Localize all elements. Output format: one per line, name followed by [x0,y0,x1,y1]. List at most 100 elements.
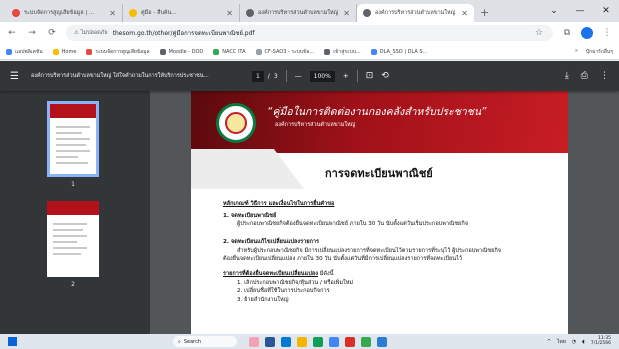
bookmark-moodle[interactable]: Moodle - DOD [159,48,203,55]
zoom-in-icon[interactable]: + [343,72,349,80]
fit-page-icon[interactable]: ⊡ [366,71,374,81]
thumbnail-header [47,201,99,215]
sidebar-menu-icon[interactable]: ☰ [10,71,19,82]
item-2-title: 2. จดทะเบียนแก้ไขเปลี่ยนแปลงรายการ [223,238,320,245]
thumbnail-line [53,241,77,243]
other-bookmarks-folder[interactable]: บุ๊กมาร์กอื่นๆ [586,48,613,56]
document-banner: “คู่มือในการติดต่องานกองคลังสำหรับประชาช… [191,91,568,153]
bookmark-nacc[interactable]: NACC ITA [213,48,246,55]
bookmark-dla-sso[interactable]: DLA_SSO | DLA S... [370,48,427,55]
more-bookmarks-button[interactable]: » [575,48,578,56]
file-explorer-icon[interactable] [297,336,307,347]
globe-icon [324,48,331,55]
list-item: 3. ย้ายสำนักงานใหญ่ [237,296,289,303]
clock[interactable]: 11:35 7/1/2566 [590,336,611,347]
zoom-level-input[interactable]: 100% [309,70,335,82]
browser-tab-active[interactable]: องค์การบริหารส่วนตำบลขามใหญ่ ... ✕ [357,4,474,22]
word-icon[interactable] [377,336,387,347]
clock-date: 7/1/2566 [590,340,611,346]
bookmarks-bar: แอปพลิเคชัน Home ระบบจัดการสูญเสียข้อมูล… [0,44,619,60]
thumbnail-line [56,150,90,152]
section-title: การจดทะเบียนพาณิชย์ [325,167,433,180]
page-thumbnail-2[interactable] [47,201,99,277]
item-2-line-1: สำหรับผู้ประกอบพาณิชยกิจ มีการเปลี่ยนแปล… [237,247,502,254]
browser-menu-icon[interactable]: ⋮ [601,28,613,38]
bookmark-login[interactable]: เข้าสู่ระบบ... [324,48,361,56]
page-thumbnail-1[interactable] [47,101,99,177]
thumbnail-line [56,162,88,164]
taskbar-apps [249,336,387,347]
apps-grid-icon [6,48,12,55]
nacc-logo-icon [213,48,220,55]
back-icon[interactable]: ← [6,28,18,38]
page-number-input[interactable]: 1 [251,70,264,82]
tab-title: ระบบจัดการสูญเสียข้อมูล | ... [24,10,95,16]
url-text[interactable]: thesom.go.th/other/คู่มือการจดทะเบียนพาณ… [113,28,255,38]
chrome-icon[interactable] [345,336,355,347]
volume-icon[interactable]: ◖ [582,339,585,345]
window-controls: ⌄ — ✕ [541,0,619,22]
input-language[interactable]: ไทย [557,338,566,346]
item-2-line-2: ต้องยื่นจดทะเบียนเปลี่ยนแปลง ภายใน 30 วั… [223,256,463,263]
thumbnail-line [56,156,78,158]
globe-icon [363,9,371,17]
thumbnail-line [56,132,82,134]
pdf-toolbar: ☰ องค์การบริหารส่วนตำบลขามใหญ่ ใส่ใจคำถา… [0,61,619,91]
browser-tab-2[interactable]: คู่มือ - สืบค้น... ✕ [123,4,240,22]
close-tab-icon[interactable]: ✕ [461,9,468,18]
zoom-out-icon[interactable]: — [295,72,302,80]
home-icon [52,48,59,55]
document-body: หลักเกณฑ์ วิธีการ และเงื่อนไขในการยื่นคำ… [223,200,553,305]
criteria-heading: หลักเกณฑ์ วิธีการ และเงื่อนไขในการยื่นคำ… [223,201,335,207]
widget-icon[interactable] [249,336,259,347]
taskbar-search[interactable]: ⌕ Search [173,336,237,347]
bookmark-home[interactable]: Home [52,48,76,55]
edge-icon[interactable] [313,336,323,347]
pdf-viewer[interactable]: 1 2 “คู่มือในการติดต่องานกองคลังสำหรับปร… [0,91,619,334]
banner-subtitle: องค์การบริหารส่วนตำบลขามใหญ่ [275,122,356,128]
wifi-icon[interactable]: ◔ [572,339,576,345]
bookmark-apps[interactable]: แอปพลิเคชัน [6,48,43,56]
close-tab-icon[interactable]: ✕ [109,9,116,18]
address-bar[interactable]: ⚠ ไม่ปลอดภัย thesom.go.th/other/คู่มือกา… [66,25,553,41]
profile-avatar[interactable] [581,27,593,39]
new-tab-button[interactable]: + [474,4,495,22]
pdf-page: “คู่มือในการติดต่องานกองคลังสำหรับประชาช… [191,91,568,334]
bookmark-cf-sao3[interactable]: CF-SAO3 - ระบบข้อ... [255,48,314,56]
pdf-document-title: องค์การบริหารส่วนตำบลขามใหญ่ ใส่ใจคำถามใ… [30,73,209,79]
line-icon[interactable] [361,336,371,347]
thumbnail-line [53,235,87,237]
bookmark-star-icon[interactable]: ☆ [533,28,545,38]
tray-chevron-icon[interactable]: ^ [547,339,551,345]
print-icon[interactable]: ⎙ [581,71,588,81]
minimize-button[interactable]: — [567,0,593,22]
thumbnail-line [56,144,86,146]
change-list: 1. เลิกประกอบพาณิชยกิจ/หุ้นส่วน / หรือเพ… [223,279,553,305]
thumbnail-line [53,223,87,225]
rotate-icon[interactable]: ⟲ [381,71,389,81]
close-window-button[interactable]: ✕ [593,0,619,22]
browser-tab-3[interactable]: องค์การบริหารส่วนตำบลขามใหญ่ ... ✕ [240,4,357,22]
download-icon[interactable]: ⤓ [565,71,569,81]
forward-icon[interactable]: → [26,28,38,38]
not-secure-indicator[interactable]: ⚠ ไม่ปลอดภัย [74,29,108,37]
teams-icon[interactable] [281,336,291,347]
globe-icon [246,9,254,17]
tab-search-icon[interactable]: ⌄ [541,0,567,22]
task-view-icon[interactable] [265,336,275,347]
extensions-icon[interactable]: ⧉ [561,28,573,38]
search-icon: ⌕ [178,338,181,345]
close-tab-icon[interactable]: ✕ [343,9,350,18]
store-icon[interactable] [329,336,339,347]
thumbnail-number: 1 [71,181,75,188]
close-tab-icon[interactable]: ✕ [226,9,233,18]
browser-tab-1[interactable]: ระบบจัดการสูญเสียข้อมูล | ... ✕ [6,4,123,22]
windows-start-icon[interactable] [8,337,17,346]
more-options-icon[interactable]: ⋮ [600,71,609,81]
thumbnail-sidebar: 1 2 [0,91,150,334]
bookmark-loss-system[interactable]: ระบบจัดการสูญเสียข้อมูล [86,48,150,56]
reload-icon[interactable]: ⟳ [46,28,58,38]
star-favicon-icon [129,9,137,17]
zoom-controls: — 100% + [295,70,349,82]
change-list-heading: รายการที่ต้องยื่นจดทะเบียนเปลี่ยนแปลง มี… [223,270,334,277]
